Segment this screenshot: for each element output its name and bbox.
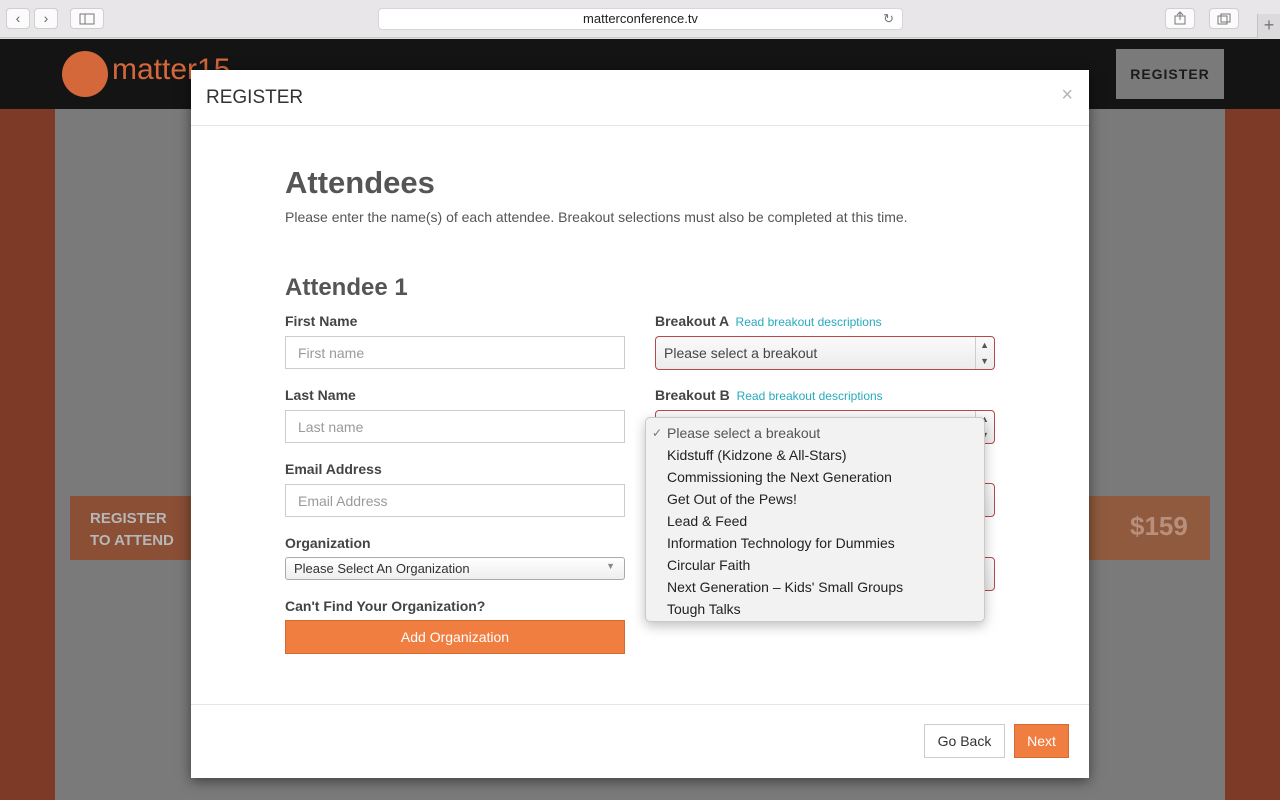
sidebar-button[interactable]: [70, 8, 104, 29]
share-button[interactable]: [1165, 8, 1195, 29]
dropdown-option-label: Lead & Feed: [667, 513, 748, 529]
breakout-a-selected-value: Please select a breakout: [664, 345, 818, 361]
breakout-b-label: Breakout B Read breakout descriptions: [655, 387, 883, 403]
breakout-a-label-text: Breakout A: [655, 313, 729, 329]
dropdown-option[interactable]: Circular Faith: [646, 554, 984, 576]
next-button[interactable]: Next: [1014, 724, 1069, 758]
organization-label: Organization: [285, 535, 371, 551]
price-label: $159: [1130, 511, 1188, 541]
dropdown-option-label: Tough Talks: [667, 601, 741, 617]
address-bar[interactable]: matterconference.tv ↻: [378, 8, 903, 30]
dropdown-option-label: Next Generation – Kids' Small Groups: [667, 579, 904, 595]
reload-icon[interactable]: ↻: [883, 9, 894, 29]
last-name-label: Last Name: [285, 387, 356, 403]
share-icon: [1174, 11, 1186, 25]
email-field[interactable]: [285, 484, 625, 517]
dropdown-option-label: Please select a breakout: [667, 425, 821, 441]
go-back-button[interactable]: Go Back: [924, 724, 1005, 758]
dropdown-option[interactable]: Lead & Feed: [646, 510, 984, 532]
footer-divider: [191, 704, 1089, 705]
back-icon: ‹: [15, 10, 21, 26]
dropdown-option[interactable]: Get Out of the Pews!: [646, 488, 984, 510]
tabs-button[interactable]: [1209, 8, 1239, 29]
chevron-down-icon: ▼: [606, 561, 615, 571]
dropdown-option[interactable]: Tough Talks: [646, 598, 984, 620]
dropdown-option[interactable]: ✓ Please select a breakout: [646, 422, 984, 444]
updown-arrows-icon: ▲▼: [980, 340, 989, 366]
first-name-field[interactable]: [285, 336, 625, 369]
checkmark-icon: ✓: [652, 426, 663, 440]
url-text: matterconference.tv: [583, 11, 698, 26]
organization-select[interactable]: Please Select An Organization ▼: [285, 557, 625, 580]
breakout-b-dropdown-list[interactable]: ✓ Please select a breakout Kidstuff (Kidzo…: [645, 417, 985, 622]
dropdown-option[interactable]: Commissioning the Next Generation: [646, 466, 984, 488]
dropdown-option-label: Information Technology for Dummies: [667, 535, 895, 551]
forward-button[interactable]: ›: [34, 8, 58, 29]
section-description: Please enter the name(s) of each attende…: [285, 209, 908, 225]
plus-icon: +: [1263, 15, 1275, 35]
first-name-label: First Name: [285, 313, 358, 329]
email-label: Email Address: [285, 461, 382, 477]
back-button[interactable]: ‹: [6, 8, 30, 29]
dropdown-option[interactable]: Next Generation – Kids' Small Groups: [646, 576, 984, 598]
logo-icon: [62, 51, 108, 97]
nav-register-link[interactable]: REGISTER: [1116, 49, 1224, 99]
new-tab-button[interactable]: +: [1257, 14, 1280, 38]
dropdown-option-label: Get Out of the Pews!: [667, 491, 797, 507]
sidebar-icon: [79, 13, 95, 25]
breakout-a-select[interactable]: Please select a breakout ▲ ▼: [655, 336, 995, 370]
breakout-b-descriptions-link[interactable]: Read breakout descriptions: [737, 389, 883, 403]
dropdown-option[interactable]: Information Technology for Dummies: [646, 532, 984, 554]
organization-selected-value: Please Select An Organization: [294, 561, 470, 576]
breakout-a-descriptions-link[interactable]: Read breakout descriptions: [736, 315, 882, 329]
tabs-icon: [1217, 13, 1231, 25]
dropdown-option-label: Circular Faith: [667, 557, 751, 573]
dropdown-option[interactable]: Kidstuff (Kidzone & All-Stars): [646, 444, 984, 466]
section-title: Attendees: [285, 165, 435, 200]
register-to-attend[interactable]: REGISTER TO ATTEND: [70, 496, 190, 560]
add-organization-button[interactable]: Add Organization: [285, 620, 625, 654]
side-panel-right: [1225, 109, 1280, 800]
attendee-title: Attendee 1: [285, 274, 408, 301]
browser-toolbar: ‹ › matterconference.tv ↻ +: [0, 0, 1280, 38]
side-panel-left: [0, 109, 55, 800]
modal-header: REGISTER ×: [191, 70, 1089, 126]
close-icon[interactable]: ×: [1061, 84, 1073, 107]
breakout-b-label-text: Breakout B: [655, 387, 730, 403]
modal-title: REGISTER: [206, 87, 304, 108]
dropdown-option-label: Commissioning the Next Generation: [667, 469, 892, 485]
dropdown-option-label: Kidstuff (Kidzone & All-Stars): [667, 447, 847, 463]
cant-find-org-label: Can't Find Your Organization?: [285, 598, 486, 614]
forward-icon: ›: [43, 10, 49, 26]
breakout-a-label: Breakout A Read breakout descriptions: [655, 313, 882, 329]
select-divider: [975, 337, 976, 369]
last-name-field[interactable]: [285, 410, 625, 443]
